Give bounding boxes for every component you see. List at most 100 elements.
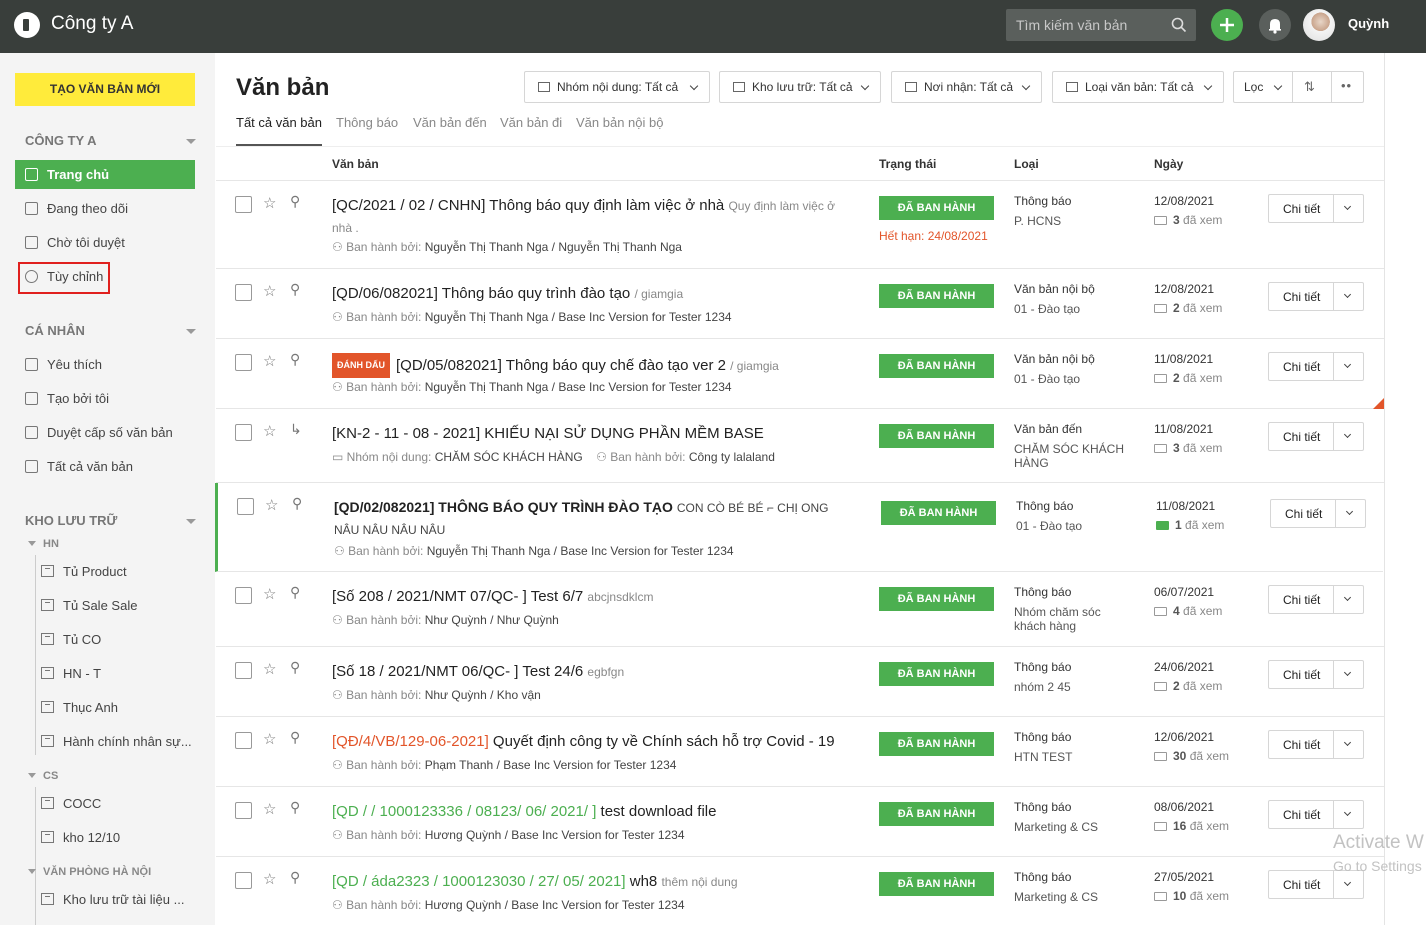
- storage-item[interactable]: Tủ Product: [41, 564, 127, 579]
- search-icon[interactable]: [1171, 17, 1187, 33]
- detail-button[interactable]: Chi tiết: [1268, 422, 1364, 451]
- tab-internal[interactable]: Văn bản nội bộ: [576, 115, 663, 130]
- pin-icon[interactable]: ⚲: [290, 193, 300, 210]
- star-icon[interactable]: ☆: [263, 730, 276, 748]
- row-checkbox[interactable]: [235, 662, 252, 679]
- more-icon[interactable]: ••: [1341, 71, 1352, 101]
- row-checkbox[interactable]: [235, 802, 252, 819]
- company-name[interactable]: Công ty A: [51, 13, 133, 35]
- filter-button[interactable]: Lọc: [1244, 80, 1263, 94]
- doc-title[interactable]: [QD/06/082021] Thông báo quy trình đào t…: [332, 283, 852, 305]
- row-checkbox[interactable]: [235, 424, 252, 441]
- doc-title[interactable]: [QD/02/082021] THÔNG BÁO QUY TRÌNH ĐÀO T…: [334, 497, 854, 541]
- table-row[interactable]: ☆ ⚲ [QD/06/082021] Thông báo quy trình đ…: [216, 269, 1384, 339]
- chevron-down-icon[interactable]: [1343, 808, 1352, 817]
- star-icon[interactable]: ☆: [263, 800, 276, 818]
- table-row[interactable]: ☆ ⚲ [QD / áda2323 / 1000123030 / 27/ 05/…: [216, 857, 1384, 925]
- chevron-down-icon[interactable]: [186, 329, 196, 334]
- table-row[interactable]: ☆ ⚲ [QD/02/082021] THÔNG BÁO QUY TRÌNH Đ…: [215, 483, 1383, 572]
- table-row[interactable]: ☆ ⚲ [Số 18 / 2021/NMT 06/QC- ] Test 24/6…: [216, 647, 1384, 717]
- tab-notice[interactable]: Thông báo: [336, 115, 398, 130]
- doc-title[interactable]: [QD / áda2323 / 1000123030 / 27/ 05/ 202…: [332, 871, 852, 893]
- chevron-down-icon[interactable]: [1343, 668, 1352, 677]
- section-company[interactable]: CÔNG TY A: [25, 133, 97, 148]
- table-row[interactable]: ☆ ⚲ [QD / / 1000123336 / 08123/ 06/ 2021…: [216, 787, 1384, 857]
- detail-button[interactable]: Chi tiết: [1268, 730, 1364, 759]
- detail-button[interactable]: Chi tiết: [1268, 585, 1364, 614]
- pin-icon[interactable]: ⚲: [290, 799, 300, 816]
- chevron-down-icon[interactable]: [186, 519, 196, 524]
- section-storage[interactable]: KHO LƯU TRỮ: [25, 513, 117, 528]
- row-checkbox[interactable]: [235, 196, 252, 213]
- doc-title[interactable]: [Số 18 / 2021/NMT 06/QC- ] Test 24/6 egb…: [332, 661, 852, 683]
- sidebar-item-all-docs[interactable]: Tất cả văn bản: [15, 452, 195, 481]
- star-icon[interactable]: ☆: [263, 585, 276, 603]
- pin-icon[interactable]: ⚲: [290, 729, 300, 746]
- storage-item[interactable]: Kho lưu trữ tài liệu ...: [41, 892, 184, 907]
- storage-item[interactable]: COCC: [41, 796, 101, 811]
- row-checkbox[interactable]: [237, 498, 254, 515]
- table-row[interactable]: ☆ ⚲ [Số 208 / 2021/NMT 07/QC- ] Test 6/7…: [216, 572, 1384, 647]
- user-name[interactable]: Quỳnh: [1348, 16, 1389, 31]
- storage-group-vp[interactable]: VĂN PHÒNG HÀ NỘI: [43, 866, 151, 878]
- row-checkbox[interactable]: [235, 587, 252, 604]
- star-icon[interactable]: ☆: [263, 870, 276, 888]
- pin-icon[interactable]: ⚲: [290, 869, 300, 886]
- doc-title[interactable]: [QD / / 1000123336 / 08123/ 06/ 2021/ ] …: [332, 801, 852, 822]
- storage-item[interactable]: Tủ CO: [41, 632, 101, 647]
- chevron-down-icon[interactable]: [1343, 593, 1352, 602]
- pin-icon[interactable]: ⚲: [292, 495, 302, 512]
- sort-icon[interactable]: ⇅: [1304, 72, 1315, 102]
- storage-item[interactable]: Tủ Sale Sale: [41, 598, 137, 613]
- filter-doc-type[interactable]: Loại văn bản: Tất cả: [1052, 71, 1224, 103]
- sidebar-item-favorites[interactable]: Yêu thích: [15, 350, 195, 379]
- pin-icon[interactable]: ⚲: [290, 281, 300, 298]
- chevron-down-icon[interactable]: [1343, 878, 1352, 887]
- search-input[interactable]: Tìm kiếm văn bản: [1006, 9, 1196, 41]
- detail-button[interactable]: Chi tiết: [1270, 499, 1366, 528]
- notification-button[interactable]: [1259, 9, 1291, 41]
- star-icon[interactable]: ☆: [263, 660, 276, 678]
- storage-item[interactable]: HN - T: [41, 666, 101, 681]
- table-row[interactable]: ☆ ⚲ [QĐ/4/VB/129-06-2021] Quyết định côn…: [216, 717, 1384, 787]
- detail-button[interactable]: Chi tiết: [1268, 352, 1364, 381]
- pin-icon[interactable]: ⚲: [290, 351, 300, 368]
- sidebar-item-created-by-me[interactable]: Tạo bởi tôi: [15, 384, 195, 413]
- detail-button[interactable]: Chi tiết: [1268, 800, 1364, 829]
- table-row[interactable]: ☆ ⚲ ĐÁNH DẤU [QD/05/082021] Thông báo quy…: [216, 339, 1384, 409]
- chevron-down-icon[interactable]: [186, 139, 196, 144]
- star-icon[interactable]: ☆: [263, 422, 276, 440]
- doc-title[interactable]: [QC/2021 / 02 / CNHN] Thông báo quy định…: [332, 195, 852, 239]
- star-icon[interactable]: ☆: [263, 194, 276, 212]
- filter-recipient[interactable]: Nơi nhận: Tất cả: [891, 71, 1042, 103]
- detail-button[interactable]: Chi tiết: [1268, 282, 1364, 311]
- sidebar-item-approve-number[interactable]: Duyệt cấp số văn bản: [15, 418, 195, 447]
- filter-storage[interactable]: Kho lưu trữ: Tất cả: [719, 71, 881, 103]
- avatar[interactable]: [1303, 9, 1335, 41]
- chevron-down-icon[interactable]: [1343, 202, 1352, 211]
- sidebar-item-home[interactable]: Trang chủ: [15, 160, 195, 189]
- pin-icon[interactable]: ⚲: [290, 584, 300, 601]
- table-row[interactable]: ☆ ⚲ [QC/2021 / 02 / CNHN] Thông báo quy …: [216, 181, 1384, 269]
- doc-title[interactable]: [Số 208 / 2021/NMT 07/QC- ] Test 6/7 abc…: [332, 586, 852, 608]
- storage-item[interactable]: Thục Anh: [41, 700, 118, 715]
- row-checkbox[interactable]: [235, 732, 252, 749]
- row-checkbox[interactable]: [235, 284, 252, 301]
- section-personal[interactable]: CÁ NHÂN: [25, 323, 85, 338]
- tab-outgoing[interactable]: Văn bản đi: [500, 115, 562, 130]
- add-button[interactable]: [1211, 9, 1243, 41]
- storage-item[interactable]: kho 12/10: [41, 830, 120, 845]
- app-logo-icon[interactable]: [14, 12, 40, 38]
- new-document-button[interactable]: TẠO VĂN BẢN MỚI: [15, 73, 195, 106]
- star-icon[interactable]: ☆: [263, 352, 276, 370]
- row-checkbox[interactable]: [235, 354, 252, 371]
- filter-content-group[interactable]: Nhóm nội dung: Tất cả: [524, 71, 710, 103]
- chevron-down-icon[interactable]: [28, 869, 36, 874]
- doc-title[interactable]: [KN-2 - 11 - 08 - 2021] KHIẾU NẠI SỬ DỤN…: [332, 423, 852, 444]
- chevron-down-icon[interactable]: [1343, 290, 1352, 299]
- doc-title[interactable]: ĐÁNH DẤU [QD/05/082021] Thông báo quy chế…: [332, 353, 852, 378]
- row-checkbox[interactable]: [235, 872, 252, 889]
- storage-group-cs[interactable]: CS: [43, 770, 58, 782]
- chevron-down-icon[interactable]: [28, 773, 36, 778]
- detail-button[interactable]: Chi tiết: [1268, 660, 1364, 689]
